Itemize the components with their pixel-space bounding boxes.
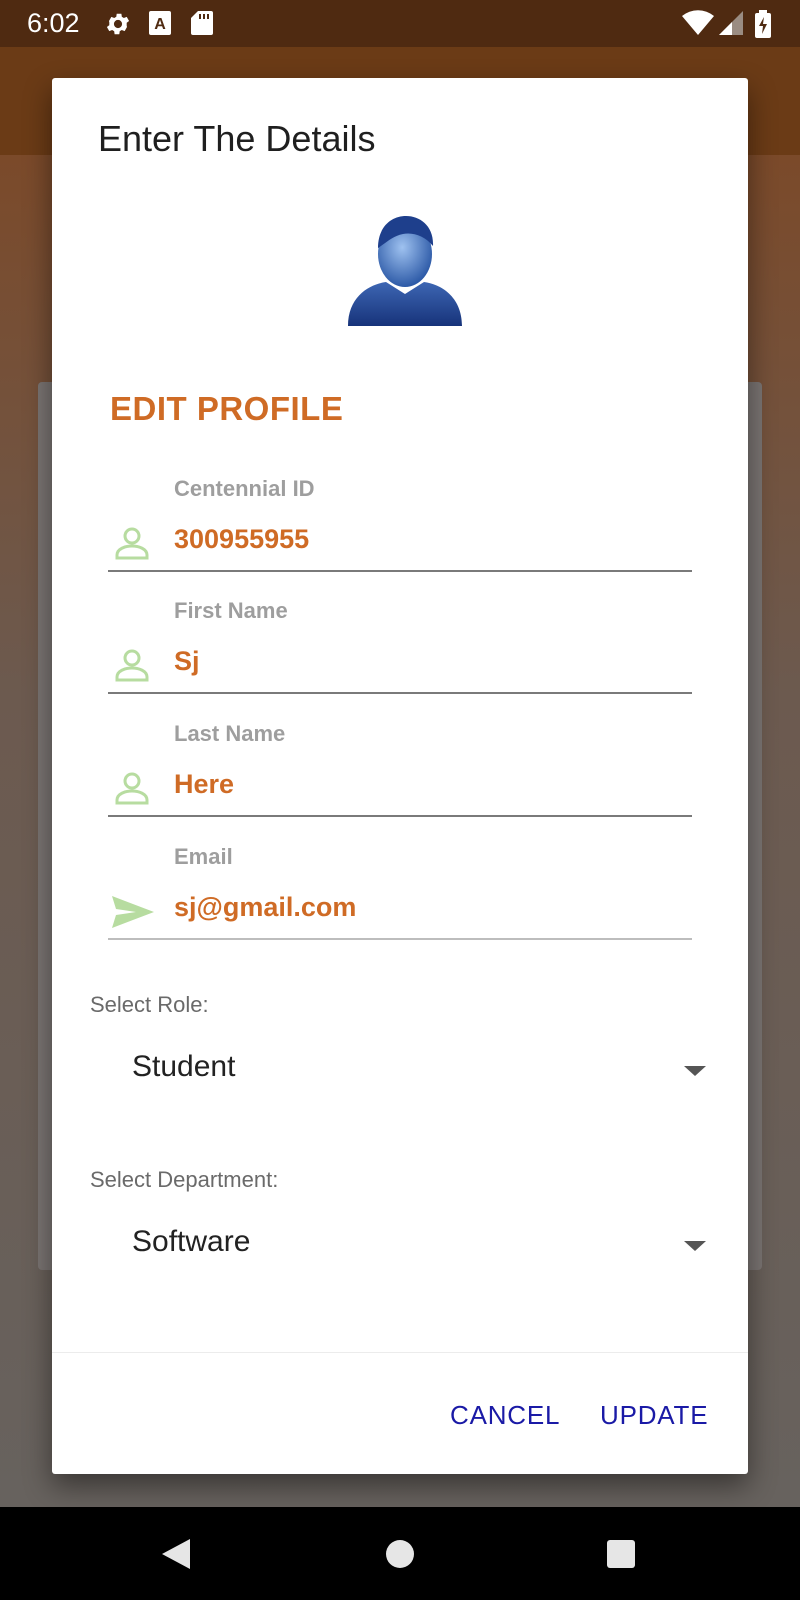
department-dropdown[interactable]: Software	[112, 1213, 722, 1273]
person-icon	[112, 524, 152, 564]
dropdown-arrow-icon	[684, 1241, 706, 1251]
recents-icon[interactable]	[606, 1537, 636, 1576]
svg-text:A: A	[154, 16, 166, 33]
department-selected-value: Software	[132, 1225, 251, 1258]
last-name-field: Last Name	[108, 721, 692, 843]
role-dropdown[interactable]: Student	[112, 1038, 722, 1098]
first-name-field: First Name	[108, 598, 692, 720]
settings-gear-icon	[104, 10, 132, 43]
field-underline	[108, 938, 692, 940]
edit-profile-heading: EDIT PROFILE	[110, 390, 344, 427]
first-name-label: First Name	[174, 598, 288, 623]
field-underline	[108, 692, 692, 694]
last-name-input[interactable]	[174, 769, 674, 800]
status-time: 6:02	[27, 8, 80, 38]
person-icon	[112, 646, 152, 686]
edit-details-dialog: Enter The Details EDIT PROFILE Centennia…	[52, 78, 748, 1474]
first-name-input[interactable]	[174, 646, 674, 677]
status-bar: 6:02 A	[0, 0, 800, 47]
person-icon	[112, 769, 152, 809]
sd-card-icon	[190, 10, 214, 41]
system-navigation-bar	[0, 1507, 800, 1600]
dialog-divider	[52, 1352, 748, 1353]
cancel-button[interactable]: CANCEL	[450, 1400, 560, 1431]
update-button[interactable]: UPDATE	[600, 1400, 708, 1431]
email-input[interactable]	[174, 892, 674, 923]
role-selected-value: Student	[132, 1050, 236, 1083]
select-role-label: Select Role:	[90, 992, 209, 1017]
field-underline	[108, 815, 692, 817]
centennial-id-input[interactable]	[174, 524, 674, 555]
dialog-title: Enter The Details	[98, 118, 376, 159]
back-icon[interactable]	[160, 1537, 192, 1576]
battery-charging-icon	[754, 10, 772, 43]
profile-avatar-icon[interactable]	[342, 208, 468, 334]
email-field: Email	[108, 844, 692, 966]
wifi-icon	[682, 10, 714, 41]
a-box-icon: A	[148, 10, 172, 41]
cellular-signal-icon	[718, 10, 744, 41]
send-icon	[112, 892, 154, 932]
dropdown-arrow-icon	[684, 1066, 706, 1076]
field-underline	[108, 570, 692, 572]
email-label: Email	[174, 844, 233, 869]
centennial-id-field: Centennial ID	[108, 476, 692, 598]
home-icon[interactable]	[385, 1537, 415, 1576]
centennial-id-label: Centennial ID	[174, 476, 315, 501]
select-department-label: Select Department:	[90, 1167, 279, 1192]
last-name-label: Last Name	[174, 721, 286, 746]
